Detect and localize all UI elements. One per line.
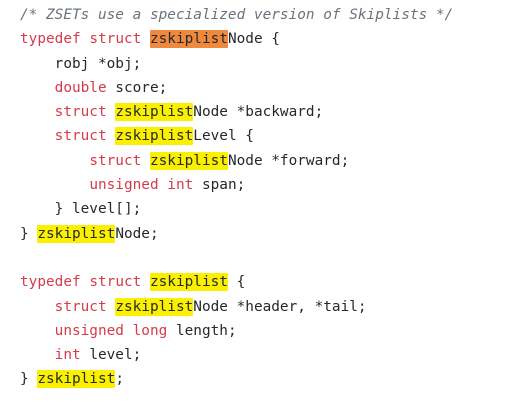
code-token: Node *forward; <box>227 152 350 169</box>
current-search-match-highlight: zskiplist <box>149 30 228 49</box>
code-line: robj *obj; <box>20 52 513 76</box>
search-match-highlight: zskiplist <box>149 151 228 170</box>
code-line: int level; <box>20 343 513 367</box>
code-token: length; <box>167 322 237 339</box>
code-line: unsigned long length; <box>20 319 513 343</box>
code-line: typedef struct zskiplist { <box>20 270 513 294</box>
code-keyword: typedef <box>20 31 81 48</box>
code-line: } zskiplist; <box>20 367 513 391</box>
code-token: } <box>20 371 38 388</box>
code-comment: /* ZSETs use a specialized version of Sk… <box>20 7 454 23</box>
code-line: } level[]; <box>20 197 513 221</box>
code-token: Level { <box>193 128 254 145</box>
code-line: struct zskiplistNode *backward; <box>20 100 513 124</box>
code-token: level; <box>80 347 142 364</box>
code-keyword: struct <box>89 31 142 48</box>
code-token: robj *obj; <box>20 55 142 72</box>
search-match-highlight: zskiplist <box>115 103 194 122</box>
search-match-highlight: zskiplist <box>37 370 116 389</box>
code-line: typedef struct zskiplistNode { <box>20 27 513 51</box>
code-keyword: struct <box>89 274 142 291</box>
code-line: } zskiplistNode; <box>20 222 513 246</box>
code-token: ; <box>115 371 124 388</box>
code-token: score; <box>106 79 168 96</box>
code-keyword: int <box>54 347 81 364</box>
code-token: } <box>20 225 38 242</box>
code-keyword: typedef <box>20 274 81 291</box>
search-match-highlight: zskiplist <box>37 224 116 243</box>
code-view: /* ZSETs use a specialized version of Sk… <box>0 0 513 402</box>
code-keyword: unsigned <box>89 177 159 194</box>
code-token: } level[]; <box>20 201 142 218</box>
code-keyword: int <box>167 177 194 194</box>
code-keyword: struct <box>54 104 107 121</box>
code-token: Node *header, *tail; <box>193 298 367 315</box>
code-token: Node *backward; <box>193 104 324 121</box>
code-keyword: struct <box>54 128 107 145</box>
code-keyword: struct <box>54 298 107 315</box>
code-line: unsigned int span; <box>20 173 513 197</box>
code-keyword: unsigned <box>54 322 124 339</box>
code-token: span; <box>193 177 246 194</box>
code-token: { <box>227 274 246 291</box>
search-match-highlight: zskiplist <box>115 297 194 316</box>
code-keyword: long <box>132 322 168 339</box>
search-match-highlight: zskiplist <box>149 273 228 292</box>
code-line: struct zskiplistNode *forward; <box>20 149 513 173</box>
code-keyword: struct <box>89 152 142 169</box>
code-line: struct zskiplistNode *header, *tail; <box>20 295 513 319</box>
code-line: struct zskiplistLevel { <box>20 124 513 148</box>
search-match-highlight: zskiplist <box>115 127 194 146</box>
code-token: Node { <box>227 31 280 48</box>
code-keyword: double <box>54 79 107 96</box>
code-token: Node; <box>115 225 159 242</box>
code-line: double score; <box>20 76 513 100</box>
code-line: /* ZSETs use a specialized version of Sk… <box>20 3 513 27</box>
